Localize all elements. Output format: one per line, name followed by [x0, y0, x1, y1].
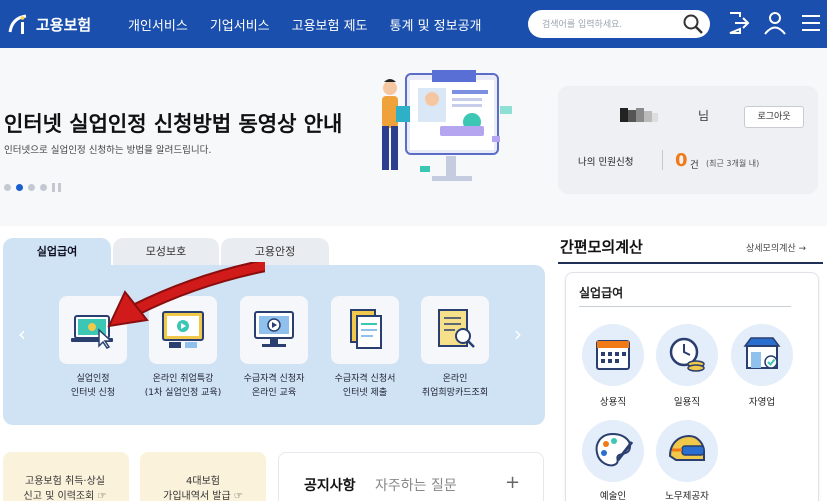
calc-title: 간편모의계산: [560, 238, 643, 256]
banner-dot-1[interactable]: [4, 184, 11, 191]
quick-card-insurance-history-text[interactable]: 고용보험 취득·상실 신고 및 이력조회 ☞: [0, 474, 130, 501]
banner-illustration: [382, 70, 512, 181]
store-icon: [743, 337, 781, 369]
my-requests-count[interactable]: 0: [675, 150, 688, 171]
calc-label-self-employed[interactable]: 자영업: [722, 394, 802, 408]
tab-faq[interactable]: 자주하는 질문: [375, 475, 457, 495]
main-nav: 개인서비스 기업서비스 고용보험 제도 통계 및 정보공개: [128, 15, 504, 34]
my-requests-unit: 건: [690, 160, 699, 171]
logo-text: 고용보험: [36, 15, 92, 34]
banner-dot-3[interactable]: [28, 184, 35, 191]
search-input[interactable]: 검색어를 입력하세요.: [542, 17, 622, 30]
quick-card-4-insurances-text[interactable]: 4대보험 가입내역서 발급 ☞: [138, 474, 268, 501]
banner-dot-4[interactable]: [40, 184, 47, 191]
calc-labor-provider[interactable]: [656, 420, 718, 482]
document-stack-icon: [350, 309, 382, 349]
pause-icon[interactable]: [52, 183, 61, 192]
nav-personal-services[interactable]: 개인서비스: [128, 15, 188, 34]
nav-statistics[interactable]: 통계 및 정보공개: [390, 15, 482, 34]
nav-insurance-system[interactable]: 고용보험 제도: [292, 15, 368, 34]
banner-dot-2[interactable]: [16, 184, 23, 191]
search-bar[interactable]: 검색어를 입력하세요.: [528, 10, 710, 38]
banner-subtitle: 인터넷으로 실업인정 신청하는 방법을 알려드립니다.: [4, 145, 212, 156]
my-requests-range: (최근 3개월 내): [706, 159, 760, 168]
calc-artist[interactable]: [582, 420, 644, 482]
service-tile-job-card-lookup[interactable]: [421, 296, 489, 364]
palette-icon: [595, 432, 634, 467]
menu-icon[interactable]: [797, 9, 825, 37]
calc-daily-worker[interactable]: [656, 324, 718, 386]
login-card: 님 로그아웃 나의 민원신청 0 건 (최근 3개월 내): [558, 86, 818, 194]
logo-mark-icon: [8, 14, 27, 34]
login-enter-icon[interactable]: [724, 9, 752, 37]
banner-pagination: [4, 183, 61, 192]
service-tile-application-submit[interactable]: [331, 296, 399, 364]
nav-business-services[interactable]: 기업서비스: [210, 15, 270, 34]
user-suffix: 님: [698, 109, 710, 123]
document-search-icon: [438, 309, 475, 348]
service-label-job-card-lookup[interactable]: 온라인 취업희망카드조회: [400, 372, 510, 400]
user-name-redacted: [620, 108, 658, 122]
calc-label-artist[interactable]: 예술인: [573, 488, 653, 501]
user-icon[interactable]: [761, 9, 789, 37]
tab-notice[interactable]: 공지사항: [304, 475, 356, 495]
more-plus-icon[interactable]: +: [505, 472, 520, 493]
helmet-icon: [668, 434, 705, 461]
chevron-left-icon[interactable]: ‹: [18, 322, 26, 346]
banner-title[interactable]: 인터넷 실업인정 신청방법 동영상 안내: [4, 108, 342, 138]
my-requests-label[interactable]: 나의 민원신청: [578, 154, 633, 168]
calc-section-divider: [579, 306, 791, 307]
calc-label-labor-provider[interactable]: 노무제공자: [647, 488, 727, 501]
calc-divider: [558, 262, 823, 264]
chevron-right-icon[interactable]: ›: [514, 322, 522, 346]
calendar-icon: [596, 340, 630, 370]
calc-section-title: 실업급여: [579, 286, 624, 300]
logout-button[interactable]: 로그아웃: [744, 106, 804, 128]
detailed-calc-link[interactable]: 상세모의계산 →: [746, 241, 806, 254]
site-logo[interactable]: 고용보험: [6, 10, 91, 38]
calc-regular-worker[interactable]: [582, 324, 644, 386]
red-arrow-annotation: [107, 262, 265, 328]
calc-self-employed[interactable]: [731, 324, 793, 386]
top-header: 고용보험 개인서비스 기업서비스 고용보험 제도 통계 및 정보공개 검색어를 …: [0, 0, 827, 48]
calc-label-daily[interactable]: 일용직: [647, 394, 727, 408]
calc-label-regular[interactable]: 상용직: [573, 394, 653, 408]
search-icon[interactable]: [682, 13, 704, 35]
divider: [662, 150, 663, 170]
clock-coins-icon: [669, 337, 705, 372]
